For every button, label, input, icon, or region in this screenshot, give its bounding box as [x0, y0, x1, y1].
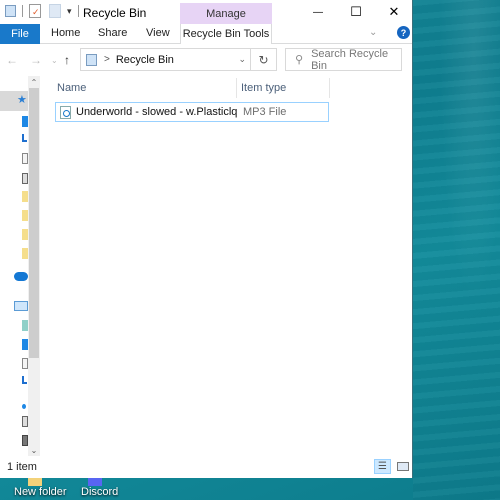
column-divider[interactable]: [236, 78, 237, 98]
divider: [77, 5, 79, 17]
refresh-icon: ↻: [258, 52, 269, 67]
item-count: 1 item: [7, 461, 37, 473]
tab-recycle-bin-tools[interactable]: Recycle Bin Tools: [180, 24, 272, 44]
tab-file[interactable]: File: [0, 24, 40, 44]
minimize-icon: —: [313, 6, 323, 18]
close-icon: ✕: [388, 4, 400, 19]
minimize-button[interactable]: —: [299, 0, 337, 24]
explorer-window: ✓ ▾ Recycle Bin Manage — ☐ ✕ File Home S…: [0, 0, 413, 478]
details-view-button[interactable]: ☰: [374, 459, 391, 474]
discord-desktop-icon[interactable]: [88, 478, 102, 486]
customize-qa-icon[interactable]: ▾: [67, 6, 72, 17]
details-view-icon: ☰: [378, 460, 387, 472]
tab-file-label: File: [11, 28, 29, 40]
recycle-bin-icon: [86, 53, 97, 66]
ribbon-tabs: File Home Share View Recycle Bin Tools ⌄: [0, 24, 412, 44]
new-folder-desktop-icon[interactable]: [28, 478, 42, 486]
forward-button[interactable]: →: [30, 53, 42, 67]
navigation-bar: ← → ⌄ ↑ > Recycle Bin ⌄ ↻ ⚲ Search Recyc…: [0, 45, 412, 75]
close-button[interactable]: ✕: [375, 0, 413, 24]
maximize-button[interactable]: ☐: [337, 0, 375, 24]
column-divider[interactable]: [329, 78, 330, 98]
scroll-up-button[interactable]: ⌃: [28, 76, 40, 88]
file-row[interactable]: Underworld - slowed - w.Plasticlq MP3 Fi…: [55, 102, 329, 122]
file-list: Name Item type Underworld - slowed - w.P…: [40, 76, 412, 456]
mp3-file-icon: [60, 105, 71, 119]
refresh-button[interactable]: ↻: [250, 49, 276, 70]
column-header-item-type[interactable]: Item type: [241, 82, 286, 94]
title-bar: ✓ ▾ Recycle Bin Manage — ☐ ✕: [0, 0, 412, 26]
manage-tab[interactable]: Manage: [180, 3, 272, 25]
new-folder-icon[interactable]: [49, 4, 61, 18]
quick-access-toolbar: ✓ ▾: [5, 4, 79, 18]
scroll-down-button[interactable]: ⌄: [28, 444, 40, 456]
tab-share[interactable]: Share: [98, 27, 127, 39]
tab-recycle-bin-tools-label: Recycle Bin Tools: [182, 28, 270, 40]
divider: [22, 5, 23, 17]
this-pc-icon[interactable]: [14, 301, 28, 311]
window-title: Recycle Bin: [83, 6, 147, 20]
file-type: MP3 File: [243, 106, 287, 118]
desktop-icon-label[interactable]: New folder: [14, 486, 67, 498]
file-name: Underworld - slowed - w.Plasticlq: [76, 106, 238, 118]
search-icon: ⚲: [295, 54, 304, 66]
downloads-icon[interactable]: [22, 134, 27, 142]
help-icon[interactable]: ?: [397, 26, 410, 39]
navigation-pane: ★ ⌃ ⌄: [0, 76, 40, 456]
back-button[interactable]: ←: [6, 53, 18, 67]
column-header-name[interactable]: Name: [57, 82, 86, 94]
manage-label: Manage: [206, 8, 246, 20]
navigation-pane-scrollbar[interactable]: ⌃ ⌄: [28, 76, 40, 456]
recycle-bin-app-icon: [5, 5, 16, 17]
recent-locations-button[interactable]: ⌄: [51, 56, 58, 65]
search-input[interactable]: Search Recycle Bin: [311, 48, 401, 72]
music-icon[interactable]: [22, 404, 26, 409]
address-dropdown-icon[interactable]: ⌄: [238, 54, 246, 65]
search-box[interactable]: ⚲ Search Recycle Bin: [285, 48, 402, 72]
help-label: ?: [400, 27, 407, 38]
desktop-icon-label[interactable]: Discord: [81, 486, 118, 498]
properties-icon[interactable]: ✓: [29, 4, 41, 18]
quick-access-star-icon: ★: [17, 94, 27, 106]
address-bar[interactable]: > Recycle Bin ⌄ ↻: [80, 48, 277, 71]
desktop-wallpaper: [413, 0, 500, 500]
breadcrumb-separator[interactable]: >: [104, 54, 110, 65]
expand-ribbon-icon[interactable]: ⌄: [369, 27, 377, 38]
downloads-icon[interactable]: [22, 376, 27, 384]
tab-home[interactable]: Home: [51, 27, 80, 39]
large-icons-view-button[interactable]: [394, 459, 411, 474]
up-button[interactable]: ↑: [64, 53, 70, 67]
scrollbar-thumb[interactable]: [29, 88, 39, 358]
onedrive-icon[interactable]: [14, 272, 28, 281]
tab-view[interactable]: View: [146, 27, 170, 39]
large-icons-view-icon: [396, 462, 409, 471]
breadcrumb-recycle-bin[interactable]: Recycle Bin: [116, 54, 174, 66]
status-bar: 1 item ☰: [0, 456, 412, 478]
maximize-icon: ☐: [350, 4, 362, 19]
